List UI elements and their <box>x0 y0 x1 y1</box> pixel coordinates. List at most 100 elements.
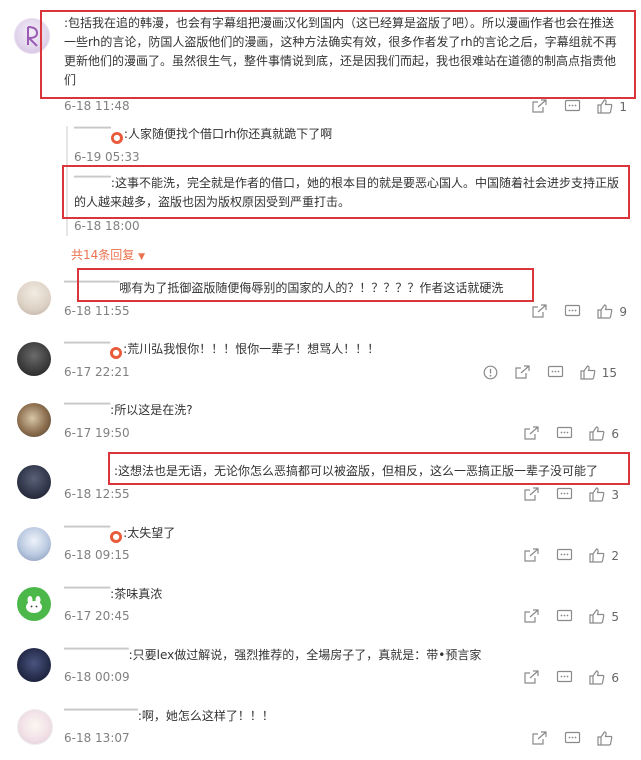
share-icon[interactable] <box>523 609 540 624</box>
comment-icon[interactable] <box>564 731 581 746</box>
comment-time: 6-18 09:15 <box>64 548 130 562</box>
report-icon[interactable] <box>483 365 498 380</box>
vip-badge-icon: ● <box>110 132 123 144</box>
like-count: 6 <box>611 426 619 441</box>
reply-time: 6-18 18:00 <box>74 219 140 233</box>
comment-actions: 6 <box>509 426 619 441</box>
thumbs-up-icon <box>589 609 605 624</box>
thumbs-up-icon <box>589 426 605 441</box>
like-button[interactable]: 9 <box>597 304 627 319</box>
like-count: 15 <box>601 365 617 380</box>
like-count: 9 <box>619 304 627 319</box>
comment-icon[interactable] <box>556 426 573 441</box>
vip-badge-icon: ● <box>110 531 123 543</box>
share-icon[interactable] <box>523 670 540 685</box>
like-button[interactable]: 1 <box>597 99 627 114</box>
reply-username[interactable]: ▔▔▔▔ <box>74 127 111 141</box>
like-button[interactable]: 5 <box>589 609 619 624</box>
comment-item: ▔▔▔▔▔:茶味真浓 6-17 20:45 5 <box>0 579 641 637</box>
thumbs-up-icon <box>589 487 605 502</box>
comment-item: ▔▔▔▔▔ ●:荒川弘我恨你！！！恨你一辈子！想骂人！！！ 6-17 22:21 … <box>0 332 641 390</box>
share-icon[interactable] <box>514 365 531 380</box>
comment-time: 6-17 19:50 <box>64 426 130 440</box>
like-button[interactable]: 2 <box>589 548 619 563</box>
comment-time: 6-18 11:55 <box>64 304 130 318</box>
comment-text: ▔▔▔▔▔ ●:荒川弘我恨你！！！恨你一辈子！想骂人！！！ <box>64 342 380 359</box>
more-replies-link[interactable]: 共14条回复 ▼ <box>71 246 145 263</box>
vip-badge-icon: ● <box>110 347 123 359</box>
share-icon[interactable] <box>523 548 540 563</box>
comment-username[interactable]: ▔▔▔▔▔ <box>64 526 110 540</box>
share-icon[interactable] <box>523 426 540 441</box>
comment-actions: 3 <box>509 487 619 502</box>
comment-time: 6-18 00:09 <box>64 670 130 684</box>
comment-icon[interactable] <box>564 99 581 114</box>
share-icon[interactable] <box>531 304 548 319</box>
comment-icon[interactable] <box>564 304 581 319</box>
avatar[interactable] <box>17 709 53 745</box>
share-icon[interactable] <box>531 731 548 746</box>
like-button[interactable]: 3 <box>589 487 619 502</box>
comment-time: 6-17 22:21 <box>64 365 130 379</box>
highlight-box <box>108 452 630 485</box>
comment-icon[interactable] <box>556 670 573 685</box>
share-icon[interactable] <box>531 99 548 114</box>
avatar[interactable] <box>17 465 51 499</box>
comment-icon[interactable] <box>547 365 564 380</box>
reply-text: ▔▔▔▔ ●:人家随便找个借口rh你还真就跪下了啊 <box>74 127 333 144</box>
highlight-box <box>40 10 636 99</box>
comment-username[interactable]: ▔▔▔▔▔ <box>64 403 110 417</box>
comment-actions: 5 <box>509 609 619 624</box>
highlight-box <box>62 165 630 219</box>
comment-username[interactable]: ▔▔▔▔▔▔▔ <box>64 648 129 662</box>
comment-actions: 6 <box>509 670 619 685</box>
thumbs-up-icon <box>597 731 613 746</box>
thumbs-up-icon <box>580 365 596 380</box>
like-button[interactable]: 6 <box>589 670 619 685</box>
like-count: 6 <box>611 670 619 685</box>
thumbs-up-icon <box>589 548 605 563</box>
comment-item: ▔▔▔▔▔ ●:太失望了 6-18 09:15 2 <box>0 517 641 575</box>
reply-time: 6-19 05:33 <box>74 150 140 164</box>
like-count: 5 <box>611 609 619 624</box>
comment-actions: 9 <box>517 304 627 319</box>
avatar[interactable] <box>17 527 51 561</box>
like-count: 1 <box>619 99 627 114</box>
comment-text: ▔▔▔▔▔ ●:太失望了 <box>64 526 176 543</box>
thumbs-up-icon <box>597 304 613 319</box>
comment-username[interactable]: ▔▔▔▔▔▔▔▔ <box>64 709 138 723</box>
comment-time: 6-18 11:48 <box>64 99 130 113</box>
comment-text: ▔▔▔▔▔:所以这是在洗? <box>64 403 193 417</box>
comment-username[interactable]: ▔▔▔▔▔ <box>64 587 110 601</box>
avatar-image <box>26 596 42 613</box>
like-count: 3 <box>611 487 619 502</box>
avatar[interactable] <box>17 587 51 621</box>
avatar[interactable] <box>17 403 51 437</box>
comment-text: ▔▔▔▔▔▔▔:只要lex做过解说，强烈推荐的，全場房子了，真就是：带•预言家 <box>64 648 482 662</box>
avatar[interactable] <box>17 342 51 376</box>
like-count: 2 <box>611 548 619 563</box>
like-button[interactable]: 6 <box>589 426 619 441</box>
comment-actions: 15 <box>469 365 617 380</box>
comment-username[interactable]: ▔▔▔▔▔ <box>64 342 110 356</box>
comment-item: ▔▔▔▔▔▔▔▔:啊，她怎么这样了！！！ 6-18 13:07 <box>0 702 641 760</box>
avatar[interactable] <box>17 281 51 315</box>
avatar[interactable] <box>17 648 51 682</box>
like-button[interactable]: 15 <box>580 365 617 380</box>
comment-icon[interactable] <box>556 487 573 502</box>
comment-time: 6-18 13:07 <box>64 731 130 745</box>
highlight-box <box>77 268 534 302</box>
comment-item: ▔▔▔▔▔▔▔:只要lex做过解说，强烈推荐的，全場房子了，真就是：带•预言家 … <box>0 640 641 698</box>
chevron-down-icon: ▼ <box>138 252 146 262</box>
comment-icon[interactable] <box>556 548 573 563</box>
thumbs-up-icon <box>589 670 605 685</box>
like-button[interactable] <box>597 731 619 746</box>
comment-icon[interactable] <box>556 609 573 624</box>
comment-time: 6-17 20:45 <box>64 609 130 623</box>
comment-text: ▔▔▔▔▔:茶味真浓 <box>64 587 163 601</box>
comment-text: ▔▔▔▔▔▔▔▔:啊，她怎么这样了！！！ <box>64 709 274 723</box>
comment-actions: 2 <box>509 548 619 563</box>
share-icon[interactable] <box>523 487 540 502</box>
comment-actions: 1 <box>517 99 627 114</box>
comment-actions <box>517 731 619 746</box>
